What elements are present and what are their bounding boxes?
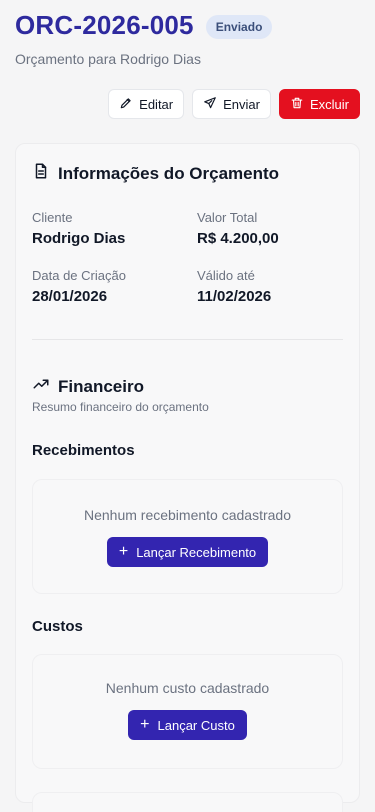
plus-icon: + xyxy=(140,716,150,733)
client-value: Rodrigo Dias xyxy=(32,230,126,247)
add-cost-button[interactable]: + Lançar Custo xyxy=(128,710,247,740)
add-cost-label: Lançar Custo xyxy=(157,717,235,733)
financial-section-header: Financeiro xyxy=(32,375,144,398)
action-bar: Editar Enviar Excluir xyxy=(108,89,360,119)
pencil-icon xyxy=(119,96,133,113)
send-button[interactable]: Enviar xyxy=(192,89,271,119)
delete-button-label: Excluir xyxy=(309,96,349,112)
valid-until-field: Válido até 11/02/2026 xyxy=(197,268,347,305)
total-value-field: Valor Total R$ 4.200,00 xyxy=(197,210,347,247)
plus-icon: + xyxy=(118,543,129,560)
created-date-value: 28/01/2026 xyxy=(32,288,108,305)
receipts-title: Recebimentos xyxy=(32,442,135,459)
created-date-field: Data de Criação 28/01/2026 xyxy=(32,268,182,305)
created-date-label: Data de Criação xyxy=(32,268,126,283)
client-field: Cliente Rodrigo Dias xyxy=(32,210,182,247)
send-icon xyxy=(203,96,217,113)
edit-button-label: Editar xyxy=(139,96,174,112)
page-header: ORC-2026-005 Enviado Orçamento para Rodr… xyxy=(15,10,360,67)
financial-description: Resumo financeiro do orçamento xyxy=(32,400,209,414)
info-section-title: Informações do Orçamento xyxy=(58,163,280,183)
trash-icon xyxy=(290,96,304,113)
add-receipt-button[interactable]: + Lançar Recebimento xyxy=(106,537,269,567)
page-subtitle: Orçamento para Rodrigo Dias xyxy=(15,51,201,67)
document-icon xyxy=(32,162,50,185)
section-divider xyxy=(32,339,343,340)
edit-button[interactable]: Editar xyxy=(108,89,185,119)
costs-empty-text: Nenhum custo cadastrado xyxy=(105,680,270,696)
costs-title: Custos xyxy=(32,618,83,635)
receipts-empty-state: Nenhum recebimento cadastrado + Lançar R… xyxy=(32,479,343,594)
costs-empty-state: Nenhum custo cadastrado + Lançar Custo xyxy=(32,654,343,769)
total-value-label: Valor Total xyxy=(197,210,258,225)
budget-details-card: Informações do Orçamento Cliente Rodrigo… xyxy=(15,143,360,812)
total-value-value: R$ 4.200,00 xyxy=(197,230,279,247)
add-receipt-label: Lançar Recebimento xyxy=(136,544,257,560)
info-section-header: Informações do Orçamento xyxy=(32,162,279,185)
page-title: ORC-2026-005 xyxy=(15,10,194,40)
valid-until-value: 11/02/2026 xyxy=(197,288,272,305)
title-row: ORC-2026-005 Enviado xyxy=(15,10,360,41)
valid-until-label: Válido até xyxy=(197,268,255,283)
status-badge: Enviado xyxy=(205,14,273,39)
next-section-card xyxy=(32,792,343,812)
receipts-empty-text: Nenhum recebimento cadastrado xyxy=(83,507,291,523)
delete-button[interactable]: Excluir xyxy=(278,89,360,119)
send-button-label: Enviar xyxy=(223,96,260,112)
client-label: Cliente xyxy=(32,210,73,225)
financial-section-title: Financeiro xyxy=(58,376,144,396)
trending-up-icon xyxy=(32,375,50,398)
